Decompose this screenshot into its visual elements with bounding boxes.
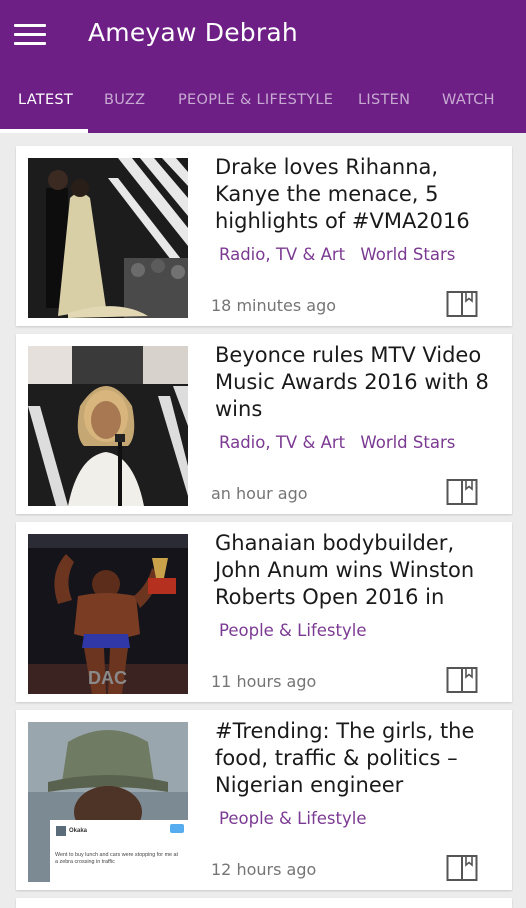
tab-indicator: [0, 129, 88, 133]
bookmark-icon[interactable]: [446, 290, 478, 318]
article-card[interactable]: Beyonce rules MTV Video Music Awards 201…: [16, 334, 512, 514]
menu-icon[interactable]: [14, 23, 46, 47]
tab-latest[interactable]: LATEST: [18, 82, 73, 133]
app-bar: Ameyaw Debrah LATEST BUZZ PEOPLE & LIFES…: [0, 0, 526, 133]
bookmark-icon[interactable]: [446, 478, 478, 506]
article-time: 12 hours ago: [211, 860, 317, 879]
article-tag[interactable]: Radio, TV & Art: [219, 245, 345, 264]
article-tags: People & Lifestyle: [219, 621, 376, 640]
bookmark-icon[interactable]: [446, 666, 478, 694]
article-tag[interactable]: Radio, TV & Art: [219, 433, 345, 452]
svg-text:DAC: DAC: [88, 668, 127, 688]
article-thumbnail[interactable]: DAC: [28, 534, 188, 694]
bookmark-icon[interactable]: [446, 854, 478, 882]
article-card[interactable]: Okaka Went to buy lunch and cars were st…: [16, 710, 512, 890]
tab-people-lifestyle[interactable]: PEOPLE & LIFESTYLE: [178, 82, 333, 133]
article-time: 11 hours ago: [211, 672, 317, 691]
article-headline[interactable]: #Trending: The girls, the food, traffic …: [215, 718, 500, 799]
article-card[interactable]: Drake loves Rihanna, Kanye the menace, 5…: [16, 146, 512, 326]
article-tag[interactable]: World Stars: [360, 433, 455, 452]
article-tag[interactable]: World Stars: [360, 245, 455, 264]
article-tags: Radio, TV & Art World Stars: [219, 245, 465, 264]
article-card[interactable]: DAC Ghanaian bodybuilder, John Anum wins…: [16, 522, 512, 702]
tweet-author: Okaka: [69, 828, 88, 834]
app-title: Ameyaw Debrah: [88, 18, 298, 47]
article-tag[interactable]: People & Lifestyle: [219, 809, 366, 828]
tab-watch[interactable]: WATCH: [442, 82, 495, 133]
tab-listen[interactable]: LISTEN: [358, 82, 410, 133]
article-headline[interactable]: Drake loves Rihanna, Kanye the menace, 5…: [215, 154, 500, 235]
article-thumbnail[interactable]: Okaka Went to buy lunch and cars were st…: [28, 722, 188, 882]
article-tags: Radio, TV & Art World Stars: [219, 433, 465, 452]
article-tag[interactable]: People & Lifestyle: [219, 621, 366, 640]
tab-buzz[interactable]: BUZZ: [104, 82, 145, 133]
article-headline[interactable]: Beyonce rules MTV Video Music Awards 201…: [215, 342, 500, 423]
article-headline[interactable]: Ghanaian bodybuilder, John Anum wins Win…: [215, 530, 500, 611]
article-thumbnail[interactable]: [28, 158, 188, 318]
article-time: 18 minutes ago: [211, 296, 337, 315]
article-tags: People & Lifestyle: [219, 809, 376, 828]
tweet-text: Went to buy lunch and cars were stopping…: [55, 852, 179, 865]
article-time: an hour ago: [211, 484, 308, 503]
article-thumbnail[interactable]: [28, 346, 188, 506]
tab-bar: LATEST BUZZ PEOPLE & LIFESTYLE LISTEN WA…: [0, 82, 526, 133]
